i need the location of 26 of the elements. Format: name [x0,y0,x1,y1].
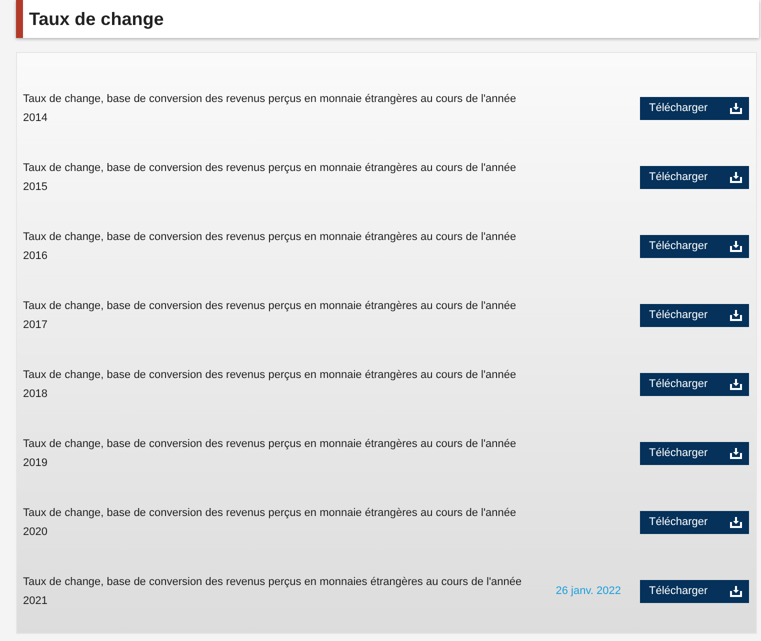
page-title: Taux de change [29,8,164,31]
download-icon [730,241,742,252]
download-button[interactable]: Télécharger [640,511,749,534]
document-description: Taux de change, base de conversion des revenus perçus en monnaie étrangères au cours de l'année 2016 [23,230,518,264]
download-button[interactable]: Télécharger [640,373,749,396]
download-icon [730,517,742,528]
document-description: Taux de change, base de conversion des revenus perçus en monnaie étrangères au cours de l'année 2018 [23,368,518,402]
download-button[interactable]: Télécharger [640,235,749,258]
download-button[interactable]: Télécharger [640,580,749,603]
download-icon [730,448,742,459]
download-button[interactable]: Télécharger [640,166,749,189]
download-button[interactable]: Télécharger [640,304,749,327]
download-icon [730,379,742,390]
document-description: Taux de change, base de conversion des revenus perçus en monnaie étrangères au cours de l'année 2020 [23,506,518,540]
document-description: Taux de change, base de conversion des revenus perçus en monnaie étrangères au cours de l'année 2017 [23,298,518,332]
download-icon [730,586,742,597]
download-button[interactable]: Télécharger [640,442,749,465]
download-button[interactable]: Télécharger [640,97,749,120]
document-description: Taux de change, base de conversion des revenus perçus en monnaie étrangères au cours de l'année 2014 [23,92,518,126]
document-description: Taux de change, base de conversion des revenus perçus en monnaies étrangères au cours de l'année 2021 [23,574,523,608]
document-date: 26 janv. 2022 [556,584,621,600]
document-description: Taux de change, base de conversion des revenus perçus en monnaie étrangères au cours de l'année 2019 [23,436,518,470]
document-description: Taux de change, base de conversion des revenus perçus en monnaie étrangères au cours de l'année 2015 [23,160,518,194]
download-icon [730,310,742,321]
download-icon [730,103,742,114]
download-icon [730,172,742,183]
